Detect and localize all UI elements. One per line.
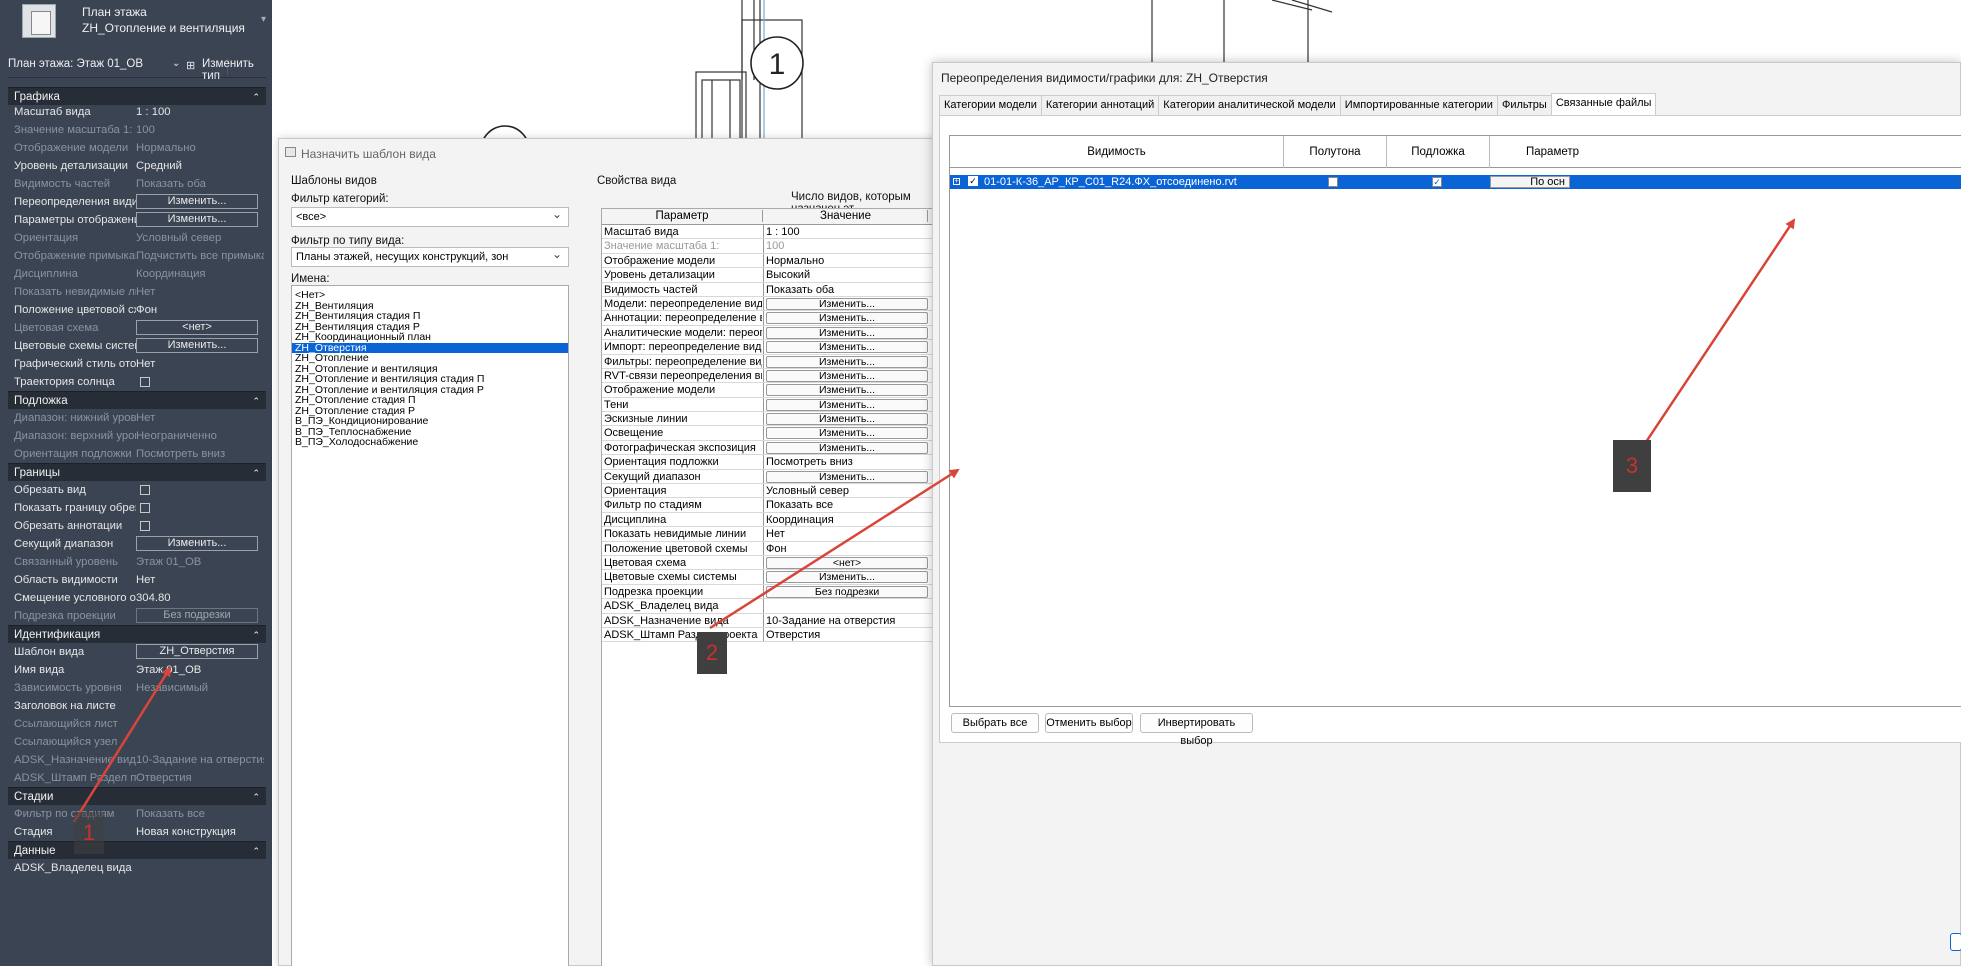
annotation-marker-1: 1 bbox=[74, 812, 104, 854]
arrow-1 bbox=[72, 666, 172, 823]
arrow-3 bbox=[1644, 218, 1796, 443]
arrow-2 bbox=[709, 468, 960, 630]
annotation-marker-2: 2 bbox=[697, 632, 727, 674]
annotation-arrows bbox=[72, 218, 1796, 823]
annotation-marker-3: 3 bbox=[1613, 440, 1651, 492]
